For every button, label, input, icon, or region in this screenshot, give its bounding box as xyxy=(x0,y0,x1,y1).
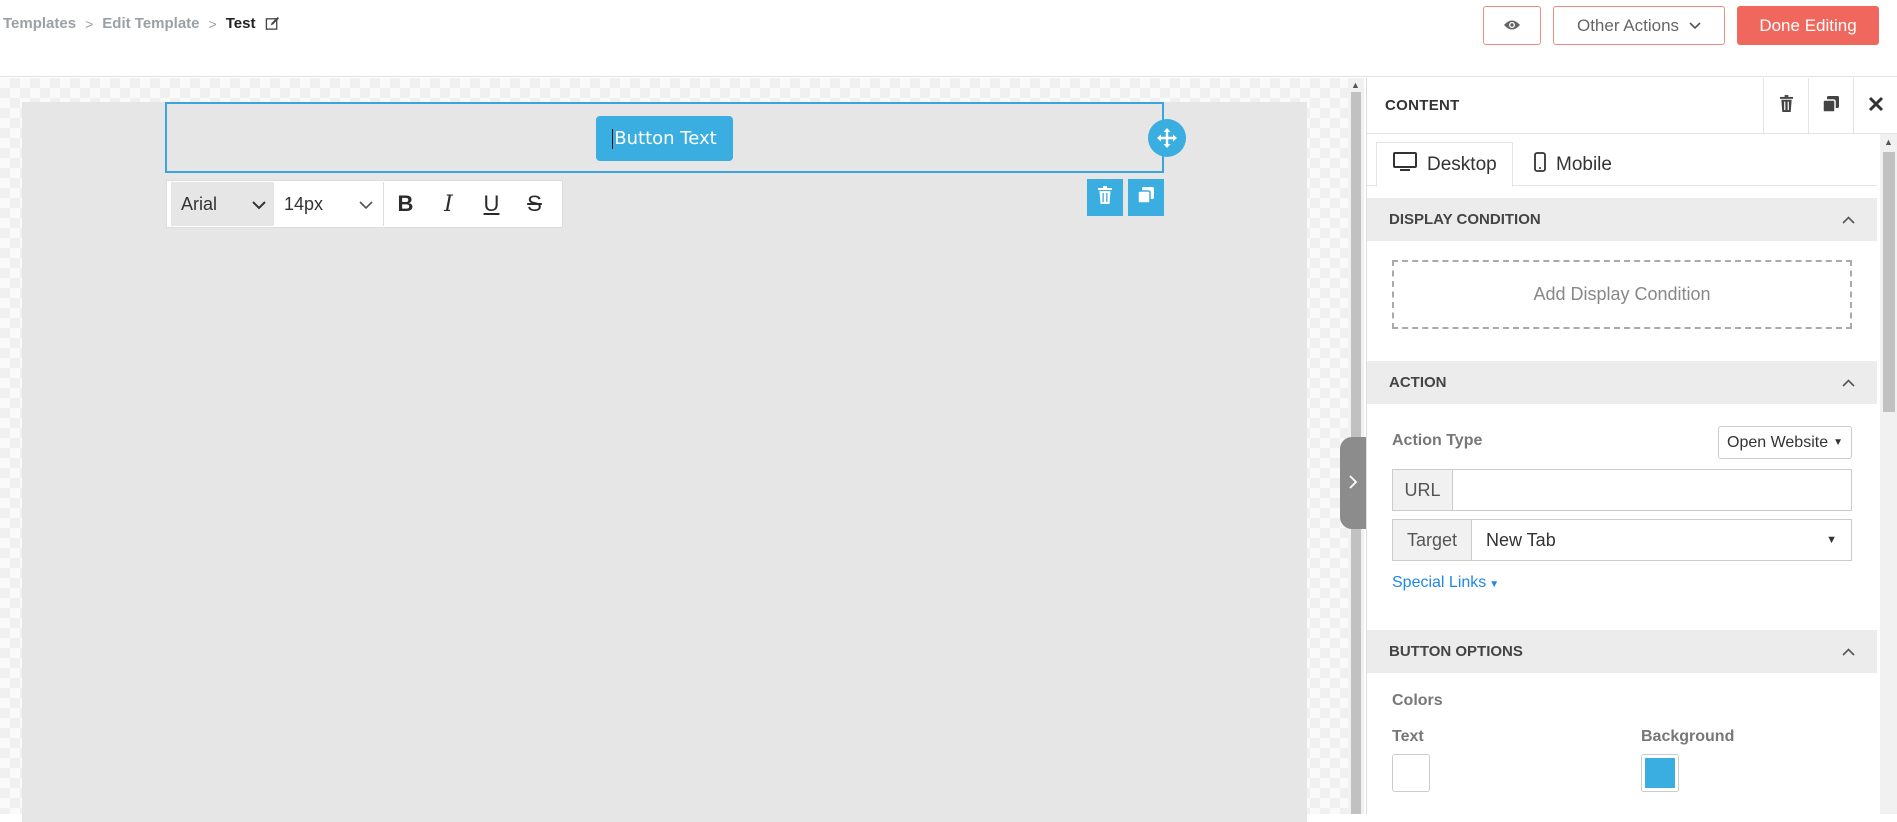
add-display-condition-button[interactable]: Add Display Condition xyxy=(1392,260,1852,329)
caret-down-icon: ▼ xyxy=(1833,437,1843,448)
panel-delete-button[interactable] xyxy=(1763,78,1808,134)
special-links-dropdown[interactable]: Special Links ▼ xyxy=(1392,574,1499,592)
device-tabs: Desktop Mobile xyxy=(1367,134,1877,187)
scroll-up-arrow-icon[interactable]: ▲ xyxy=(1351,80,1360,90)
trash-icon xyxy=(1779,95,1794,117)
close-icon xyxy=(1868,96,1884,117)
panel-close-button[interactable] xyxy=(1853,78,1897,134)
edit-name-icon[interactable] xyxy=(265,16,281,32)
background-color-fill xyxy=(1645,758,1675,788)
panel-scrollbar-thumb[interactable] xyxy=(1883,152,1895,412)
font-size-select[interactable]: 14px xyxy=(274,182,384,226)
panel-header: CONTENT xyxy=(1367,78,1897,134)
duplicate-block-button[interactable] xyxy=(1128,179,1164,216)
caret-down-icon: ▼ xyxy=(1489,579,1500,590)
other-actions-button[interactable]: Other Actions xyxy=(1553,6,1725,45)
mobile-icon xyxy=(1534,151,1556,178)
button-options-title: BUTTON OPTIONS xyxy=(1389,643,1523,660)
target-input-group: Target New Tab ▼ xyxy=(1392,519,1852,561)
text-cursor xyxy=(612,128,614,149)
panel-scrollbar[interactable]: ▲ xyxy=(1880,134,1897,814)
font-family-select[interactable]: Arial xyxy=(171,182,274,226)
copy-icon xyxy=(1137,186,1155,209)
tab-desktop-label: Desktop xyxy=(1427,153,1497,175)
display-condition-title: DISPLAY CONDITION xyxy=(1389,211,1541,228)
action-type-value: Open Website xyxy=(1727,433,1829,451)
target-value: New Tab xyxy=(1486,529,1556,550)
button-options-header[interactable]: BUTTON OPTIONS xyxy=(1367,630,1877,673)
tab-mobile[interactable]: Mobile xyxy=(1522,142,1642,187)
top-header: Templates > Edit Template > Test Other A… xyxy=(0,0,1897,77)
breadcrumb-separator: > xyxy=(85,15,94,32)
delete-block-button[interactable] xyxy=(1087,179,1123,216)
content-panel: CONTENT Desktop Mobile DISPLAY CONDITION… xyxy=(1366,78,1897,814)
underline-button[interactable]: U xyxy=(470,182,513,226)
scroll-up-arrow-icon[interactable]: ▲ xyxy=(1884,137,1893,147)
url-input-group: URL xyxy=(1392,469,1852,511)
breadcrumb-edit-template[interactable]: Edit Template xyxy=(102,15,199,32)
breadcrumb-separator: > xyxy=(208,15,217,32)
url-label: URL xyxy=(1393,470,1453,510)
eye-icon xyxy=(1503,16,1521,36)
display-condition-header[interactable]: DISPLAY CONDITION xyxy=(1367,198,1877,241)
text-color-fill xyxy=(1396,758,1426,788)
strikethrough-button[interactable]: S xyxy=(513,182,556,226)
breadcrumb-current-template: Test xyxy=(225,15,256,32)
action-title: ACTION xyxy=(1389,374,1447,391)
done-editing-button[interactable]: Done Editing xyxy=(1737,6,1879,45)
colors-label: Colors xyxy=(1392,692,1443,709)
chevron-up-icon xyxy=(1842,374,1855,391)
bold-button[interactable]: B xyxy=(384,182,427,226)
target-label: Target xyxy=(1393,520,1472,560)
chevron-up-icon xyxy=(1842,643,1855,660)
preview-button[interactable] xyxy=(1483,6,1541,45)
chevron-down-icon xyxy=(359,194,373,215)
text-color-label: Text xyxy=(1392,728,1424,745)
action-type-dropdown[interactable]: Open Website ▼ xyxy=(1718,426,1852,459)
action-type-label: Action Type xyxy=(1392,432,1483,449)
chevron-down-icon xyxy=(252,194,266,215)
canvas-button-block[interactable]: Button Text xyxy=(596,116,733,161)
caret-down-icon: ▼ xyxy=(1826,534,1837,546)
collapse-panel-tab[interactable] xyxy=(1340,437,1366,529)
target-select[interactable]: New Tab ▼ xyxy=(1472,520,1851,560)
other-actions-label: Other Actions xyxy=(1576,15,1680,35)
font-size-value: 14px xyxy=(284,193,324,214)
chevron-up-icon xyxy=(1842,211,1855,228)
copy-icon xyxy=(1822,95,1840,118)
text-color-swatch[interactable] xyxy=(1392,754,1430,792)
special-links-label: Special Links xyxy=(1392,574,1487,591)
italic-button[interactable]: I xyxy=(427,182,470,226)
move-handle-icon[interactable] xyxy=(1148,119,1186,157)
font-family-value: Arial xyxy=(181,193,218,214)
tab-mobile-label: Mobile xyxy=(1556,153,1612,175)
canvas-button-text[interactable]: Button Text xyxy=(614,128,716,149)
chevron-down-icon xyxy=(1689,18,1701,33)
breadcrumb: Templates > Edit Template > Test xyxy=(3,15,281,32)
url-input[interactable] xyxy=(1453,470,1851,510)
action-header[interactable]: ACTION xyxy=(1367,361,1877,404)
desktop-icon xyxy=(1393,151,1427,178)
trash-icon xyxy=(1097,186,1113,209)
panel-duplicate-button[interactable] xyxy=(1808,78,1853,134)
background-color-swatch[interactable] xyxy=(1641,754,1679,792)
text-format-toolbar: Arial 14px B I U S xyxy=(166,180,563,228)
tab-desktop[interactable]: Desktop xyxy=(1376,142,1513,187)
breadcrumb-templates[interactable]: Templates xyxy=(3,15,76,32)
chevron-right-icon xyxy=(1348,473,1358,494)
background-color-label: Background xyxy=(1641,728,1735,745)
panel-title: CONTENT xyxy=(1385,97,1460,114)
